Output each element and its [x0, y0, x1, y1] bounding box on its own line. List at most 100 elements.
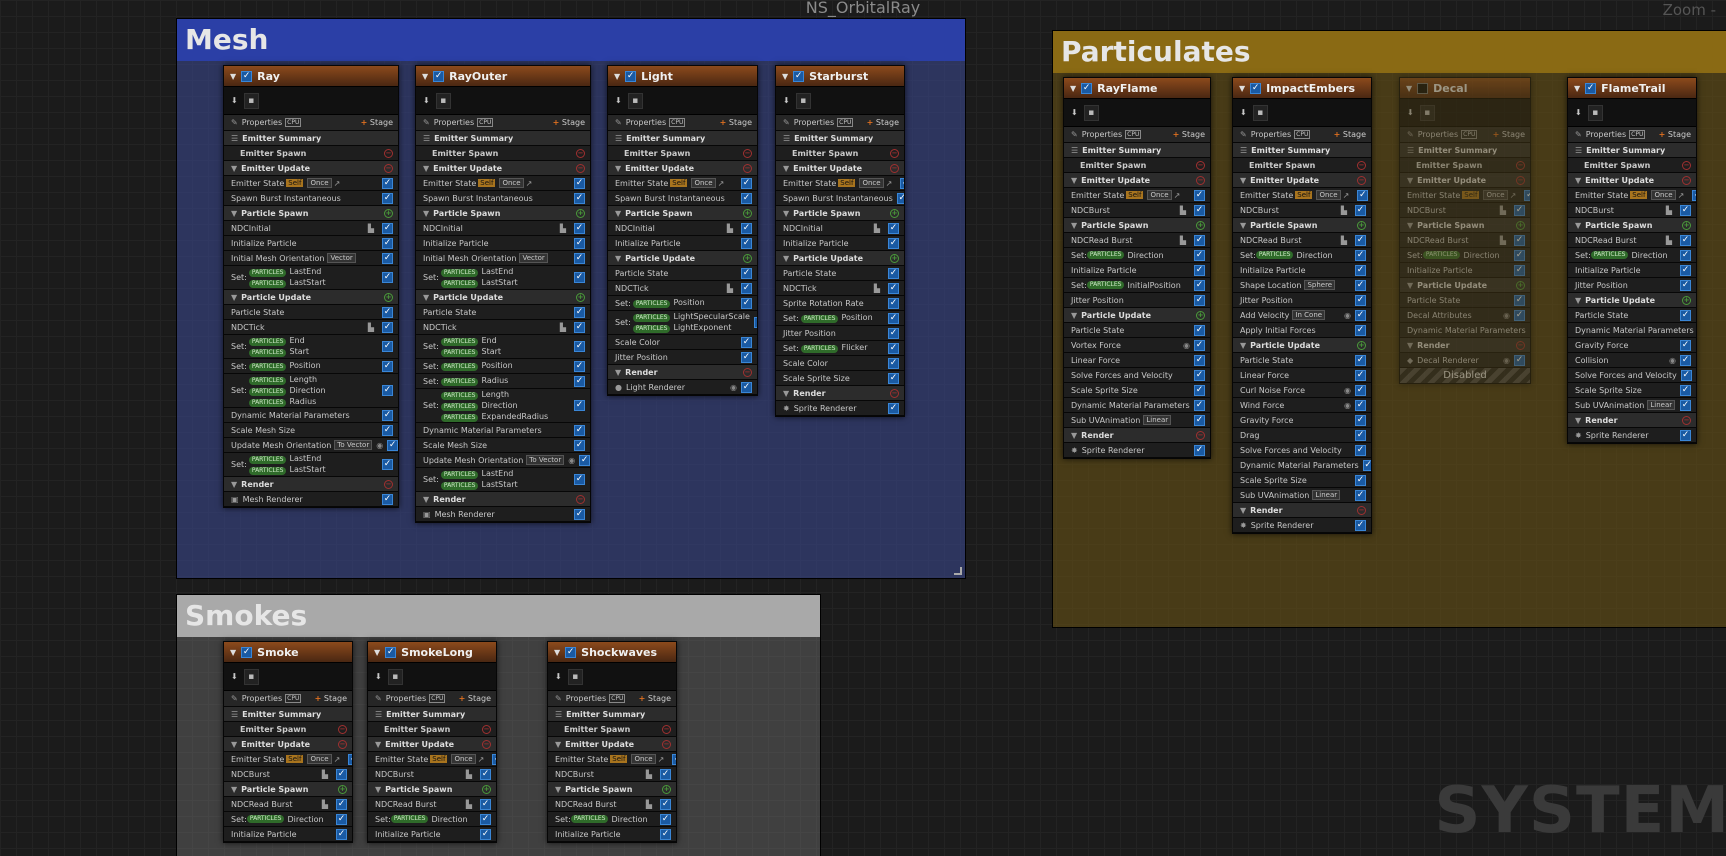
add-module-icon[interactable]: − [576, 163, 585, 173]
module-row[interactable]: Solve Forces and Velocity [1233, 443, 1371, 458]
module-row[interactable]: Dynamic Material Parameters [416, 423, 590, 438]
module-row[interactable]: Initialize Particle [1568, 263, 1696, 278]
stack-section[interactable]: Emitter Spawn − [368, 722, 496, 737]
module-row[interactable]: Initialize Particle [224, 236, 398, 251]
module-checkbox[interactable] [1680, 234, 1691, 246]
module-checkbox[interactable] [1355, 489, 1366, 501]
stack-section[interactable]: ▼ Render − [224, 477, 398, 492]
add-module-icon[interactable]: − [1682, 175, 1691, 185]
set-parameters-row[interactable]: Set: PARTICLES LightSpecularScale PARTICLES… [608, 311, 757, 335]
set-parameters-row[interactable]: Set: PARTICLES Radius [416, 374, 590, 389]
visibility-icon[interactable]: ◉ [1344, 401, 1351, 410]
add-stage-button[interactable]: + Stage [1659, 130, 1691, 139]
module-checkbox[interactable] [1355, 234, 1366, 246]
expand-arrow-icon[interactable]: ▼ [615, 209, 621, 218]
comment-title-particulates[interactable]: Particulates [1053, 31, 1726, 73]
module-row[interactable]: Linear Force [1233, 368, 1371, 383]
collapse-arrow-icon[interactable]: ▼ [1239, 84, 1245, 93]
add-module-icon[interactable]: + [743, 208, 752, 218]
module-checkbox[interactable] [741, 222, 752, 234]
emitter-node-smokelong[interactable]: ▼SmokeLong⬇▪✎PropertiesCPU+ Stage☰Emitte… [367, 641, 497, 843]
module-checkbox[interactable] [1355, 204, 1366, 216]
add-module-icon[interactable]: − [890, 148, 899, 158]
module-row[interactable]: Gravity Force [1233, 413, 1371, 428]
module-checkbox[interactable] [480, 828, 491, 840]
add-stage-button[interactable]: + Stage [1334, 130, 1366, 139]
node-header[interactable]: ▼ RayOuter [416, 66, 590, 87]
module-checkbox[interactable] [348, 753, 352, 765]
stack-section[interactable]: ▼ Particle Spawn + [776, 206, 904, 221]
module-checkbox[interactable] [382, 385, 393, 396]
module-row[interactable]: NDCTick ▙ [416, 320, 590, 335]
module-checkbox[interactable] [1355, 414, 1366, 426]
module-checkbox[interactable] [574, 341, 585, 352]
module-checkbox[interactable] [741, 282, 752, 294]
expand-arrow-icon[interactable]: ▼ [423, 164, 429, 173]
properties-row[interactable]: ✎ Properties CPU + Stage [1568, 127, 1696, 143]
stack-section[interactable]: Emitter Spawn − [1568, 158, 1696, 173]
set-parameters-row[interactable]: Set: PARTICLES LastEnd PARTICLES LastStart [416, 266, 590, 290]
add-module-icon[interactable]: − [338, 739, 347, 749]
stack-section[interactable]: ▼ Particle Spawn + [1400, 218, 1530, 233]
module-row[interactable]: NDCRead Burst ▙ [1400, 233, 1530, 248]
enable-checkbox[interactable] [1081, 82, 1093, 94]
module-row[interactable]: Emitter State Self Once ↗ [608, 176, 757, 191]
properties-row[interactable]: ✎ Properties CPU + Stage [608, 115, 757, 131]
module-row[interactable]: Gravity Force [1568, 338, 1696, 353]
stack-section[interactable]: Emitter Spawn − [1233, 158, 1371, 173]
add-module-icon[interactable]: + [1682, 295, 1691, 305]
module-checkbox[interactable] [1194, 354, 1205, 366]
module-checkbox[interactable] [1355, 444, 1366, 456]
expand-arrow-icon[interactable]: ▼ [1407, 176, 1413, 185]
expand-arrow-icon[interactable]: ▼ [1240, 221, 1246, 230]
module-checkbox[interactable] [382, 192, 393, 204]
set-parameters-row[interactable]: Set: PARTICLES LastEnd PARTICLES LastStart [416, 468, 590, 492]
add-stage-button[interactable]: + Stage [459, 694, 491, 703]
emitter-node-impactembers[interactable]: ▼ImpactEmbers⬇▪✎PropertiesCPU+ Stage☰Emi… [1232, 77, 1372, 534]
module-row[interactable]: Jitter Position [1568, 278, 1696, 293]
module-checkbox[interactable] [480, 768, 491, 780]
module-checkbox[interactable] [382, 177, 393, 189]
module-checkbox[interactable] [574, 400, 585, 411]
pin-icon[interactable]: ⬇ [375, 672, 382, 681]
module-row[interactable]: Scale Sprite Size [1064, 383, 1210, 398]
add-stage-button[interactable]: + Stage [639, 694, 671, 703]
module-row[interactable]: NDCRead Burst ▙ [1064, 233, 1210, 248]
set-parameters-row[interactable]: Set: PARTICLES Position [224, 359, 398, 374]
module-checkbox[interactable] [574, 375, 585, 387]
module-checkbox[interactable] [1355, 324, 1366, 336]
add-stage-button[interactable]: + Stage [1173, 130, 1205, 139]
module-row[interactable]: Emitter State Self Once ↗ [1400, 188, 1530, 203]
stack-section[interactable]: ▼ Particle Spawn + [548, 782, 676, 797]
stack-section[interactable]: ▼ Particle Spawn + [1233, 218, 1371, 233]
stack-section[interactable]: ▼ Emitter Update − [1400, 173, 1530, 188]
module-checkbox[interactable] [1355, 279, 1366, 291]
pin-icon[interactable]: ⬇ [555, 672, 562, 681]
add-module-icon[interactable]: − [890, 163, 899, 173]
module-checkbox[interactable] [382, 222, 393, 234]
module-checkbox[interactable] [888, 342, 899, 354]
module-row[interactable]: NDCBurst ▙ [1233, 203, 1371, 218]
add-stage-button[interactable]: + Stage [720, 118, 752, 127]
module-checkbox[interactable] [574, 252, 585, 264]
properties-row[interactable]: ✎ Properties CPU + Stage [416, 115, 590, 131]
module-checkbox[interactable] [741, 336, 752, 348]
set-parameters-row[interactable]: Set: PARTICLES Flicker [776, 341, 904, 356]
module-checkbox[interactable] [1194, 279, 1205, 291]
module-row[interactable]: Dynamic Material Parameters [1064, 398, 1210, 413]
module-row[interactable]: Dynamic Material Parameters [1568, 323, 1696, 338]
module-checkbox[interactable] [480, 813, 491, 825]
module-row[interactable]: Update Mesh Orientation To Vector ◉ [416, 453, 590, 468]
stack-section[interactable]: ▼ Emitter Update − [1233, 173, 1371, 188]
module-checkbox[interactable] [382, 360, 393, 372]
module-checkbox[interactable] [1680, 309, 1691, 321]
module-row[interactable]: Initial Mesh Orientation Vector [416, 251, 590, 266]
module-row[interactable]: Jitter Position [1233, 293, 1371, 308]
add-module-icon[interactable]: + [890, 208, 899, 218]
visibility-icon[interactable]: ◉ [730, 383, 737, 392]
module-checkbox[interactable] [900, 177, 904, 189]
module-row[interactable]: Sub UVAnimation Linear [1233, 488, 1371, 503]
module-checkbox[interactable] [382, 252, 393, 264]
module-checkbox[interactable] [1680, 384, 1691, 396]
emitter-node-light[interactable]: ▼Light⬇▪✎PropertiesCPU+ Stage☰Emitter Su… [607, 65, 758, 396]
